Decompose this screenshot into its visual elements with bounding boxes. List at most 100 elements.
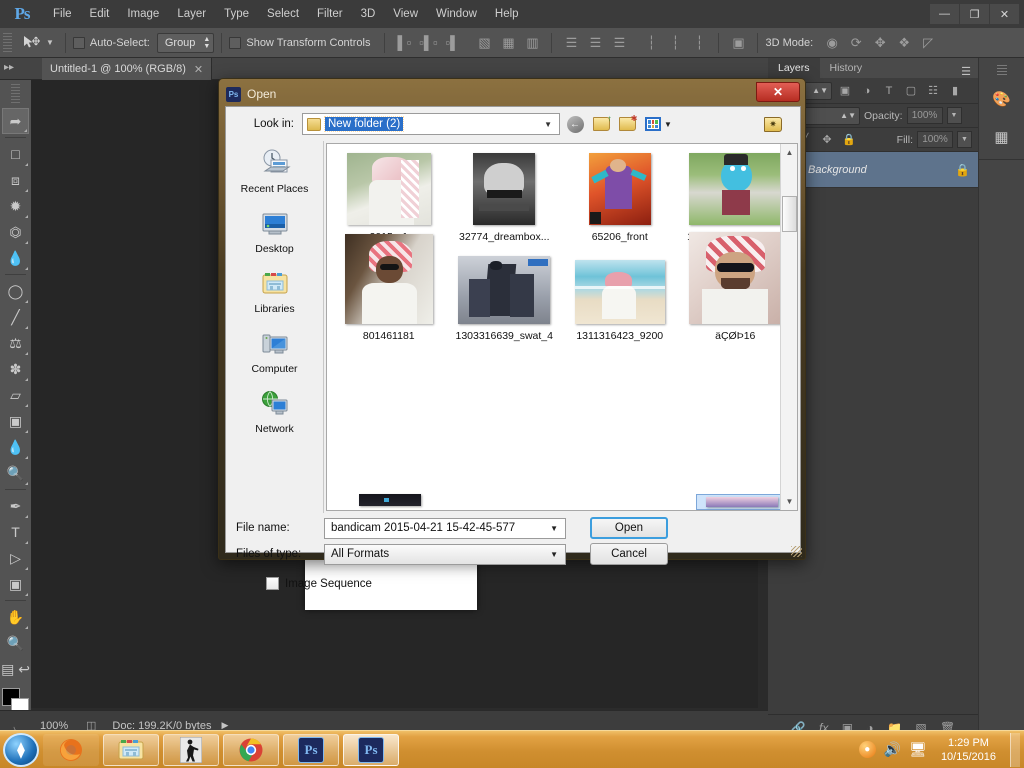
place-network[interactable]: Network [226, 387, 323, 447]
menu-view[interactable]: View [384, 0, 427, 28]
pen-tool[interactable]: ✒ [2, 493, 29, 519]
image-sequence-row[interactable]: Image Sequence [226, 567, 800, 590]
align-left-edges-icon[interactable]: ▌▫ [392, 32, 416, 54]
menu-window[interactable]: Window [427, 0, 486, 28]
3d-zoom-icon[interactable]: ◸ [916, 32, 940, 54]
3d-pan-icon[interactable]: ✥ [868, 32, 892, 54]
taskbar-item-google-chrome[interactable] [223, 733, 279, 766]
file-item[interactable]: 2015 - 1 [331, 150, 447, 243]
file-item[interactable]: 32774_dreambox... [447, 150, 563, 243]
opacity-value[interactable]: 100% [906, 107, 943, 124]
dialog-resize-grip[interactable] [791, 546, 802, 557]
quick-selection-tool[interactable]: ✹ [2, 193, 29, 219]
tab-history[interactable]: History [820, 58, 873, 78]
horizontal-type-tool[interactable]: T [2, 519, 29, 545]
distribute-bottom-edges-icon[interactable]: ☰ [607, 32, 631, 54]
eraser-tool[interactable]: ▱ [2, 382, 29, 408]
look-in-dropdown[interactable]: New folder (2) ▼ [302, 113, 560, 135]
tool-preset-caret-icon[interactable]: ▼ [46, 38, 54, 47]
hand-tool[interactable]: ✋ [2, 604, 29, 630]
filter-smart-objects-icon[interactable]: ☷ [924, 84, 942, 97]
file-name-input[interactable]: bandicam 2015-04-21 15-42-45-577 ▼ [324, 517, 566, 539]
menu-select[interactable]: Select [258, 0, 308, 28]
scrollbar-thumb[interactable] [782, 196, 797, 232]
taskbar-item-firefox[interactable] [43, 733, 99, 766]
lock-position-icon[interactable]: ✥ [818, 133, 836, 146]
opacity-slider-caret-icon[interactable]: ▼ [946, 107, 962, 124]
edit-toolbar-icon[interactable]: ▤ ↩ [1, 656, 30, 682]
chevron-down-icon[interactable]: ▼ [550, 550, 558, 559]
distribute-right-edges-icon[interactable]: ┆ [687, 32, 711, 54]
minimize-button[interactable]: — [930, 4, 959, 24]
align-right-edges-icon[interactable]: ▫▌ [440, 32, 464, 54]
filter-adjustment-layers-icon[interactable]: ◑ [858, 85, 876, 97]
menu-image[interactable]: Image [118, 0, 168, 28]
align-horizontal-centers-icon[interactable]: ▫▌▫ [416, 32, 440, 54]
adjustments-panel-icon[interactable]: ▦ [986, 121, 1018, 153]
taskbar-item-photoshop-2[interactable]: Ps [343, 733, 399, 766]
show-transform-controls-checkbox[interactable] [229, 36, 242, 49]
eyedropper-tool[interactable]: 💧 [2, 245, 29, 271]
file-list[interactable]: 2015 - 1 32774_dreambox... [326, 143, 798, 511]
gradient-tool[interactable]: ▣ [2, 408, 29, 434]
open-button[interactable]: Open [590, 517, 668, 539]
auto-select-scope-dropdown[interactable]: Group ▲ ▼ [156, 32, 215, 53]
distribute-top-edges-icon[interactable]: ☰ [559, 32, 583, 54]
dock-grip[interactable] [996, 65, 1007, 77]
menu-file[interactable]: File [44, 0, 81, 28]
place-desktop[interactable]: Desktop [226, 207, 323, 267]
crop-tool[interactable]: ⏣ [2, 219, 29, 245]
clock[interactable]: 1:29 PM 10/15/2016 [935, 736, 1002, 764]
back-button[interactable]: ← [564, 113, 586, 135]
views-chevron-down-icon[interactable]: ▼ [664, 120, 672, 129]
options-bar-grip[interactable] [3, 32, 12, 53]
dialog-title-bar[interactable]: Ps Open ✕ [222, 82, 802, 106]
collapse-panels-icon[interactable]: ▸▸ [4, 62, 14, 73]
distribute-left-edges-icon[interactable]: ┆ [639, 32, 663, 54]
filter-pixel-layers-icon[interactable]: ▣ [836, 84, 854, 97]
chevron-down-icon[interactable]: ▼ [544, 120, 552, 129]
menu-type[interactable]: Type [215, 0, 258, 28]
color-swatches-panel-icon[interactable]: 🎨 [986, 83, 1018, 115]
show-desktop-button[interactable] [1010, 732, 1020, 767]
filter-type-layers-icon[interactable]: T [880, 85, 898, 97]
tools-panel-grip[interactable] [11, 84, 20, 104]
align-top-edges-icon[interactable]: ▧ [472, 32, 496, 54]
lock-all-icon[interactable]: 🔒 [840, 133, 858, 146]
3d-slide-icon[interactable]: ❖ [892, 32, 916, 54]
blur-tool[interactable]: 💧 [2, 434, 29, 460]
menu-3d[interactable]: 3D [352, 0, 385, 28]
history-brush-tool[interactable]: ✽ [2, 356, 29, 382]
file-item[interactable]: äÇØÞ16 [678, 232, 794, 342]
menu-edit[interactable]: Edit [81, 0, 119, 28]
dialog-close-button[interactable]: ✕ [756, 82, 800, 102]
move-tool[interactable]: ➦ [2, 108, 29, 134]
lasso-tool[interactable]: ⧈ [2, 167, 29, 193]
menu-filter[interactable]: Filter [308, 0, 352, 28]
panel-menu-icon[interactable]: ☰ [954, 65, 978, 78]
file-list-scrollbar[interactable]: ▲ ▼ [780, 144, 797, 510]
new-folder-button[interactable]: ✱ [616, 113, 638, 135]
distribute-horizontal-centers-icon[interactable]: ┆ [663, 32, 687, 54]
start-button[interactable]: ⧫ [3, 732, 39, 767]
clone-stamp-tool[interactable]: ⚖ [2, 330, 29, 356]
dodge-tool[interactable]: 🔍 [2, 460, 29, 486]
up-one-level-button[interactable]: ↑ [590, 113, 612, 135]
distribute-vertical-centers-icon[interactable]: ☰ [583, 32, 607, 54]
auto-select-checkbox[interactable] [72, 36, 85, 49]
taskbar-item-counter-strike[interactable] [163, 733, 219, 766]
file-item[interactable]: 1311316423_9200 [562, 249, 678, 342]
rectangle-tool[interactable]: ▣ [2, 571, 29, 597]
brush-tool[interactable]: ╱ [2, 304, 29, 330]
file-item[interactable] [331, 494, 449, 510]
align-bottom-edges-icon[interactable]: ▥ [520, 32, 544, 54]
scroll-up-icon[interactable]: ▲ [781, 144, 797, 161]
views-button[interactable] [642, 113, 664, 135]
open-dialog[interactable]: Ps Open ✕ Look in: New folder (2) ▼ ← ↑ … [218, 78, 806, 590]
tray-app-icon[interactable]: ● [858, 741, 876, 758]
volume-icon[interactable]: 🔊 [884, 741, 901, 758]
filter-toggle-switch[interactable]: ▮ [946, 84, 964, 97]
place-libraries[interactable]: Libraries [226, 267, 323, 327]
file-item[interactable]: 1303316639_swat_4 [447, 249, 563, 342]
taskbar-item-file-explorer[interactable] [103, 733, 159, 766]
